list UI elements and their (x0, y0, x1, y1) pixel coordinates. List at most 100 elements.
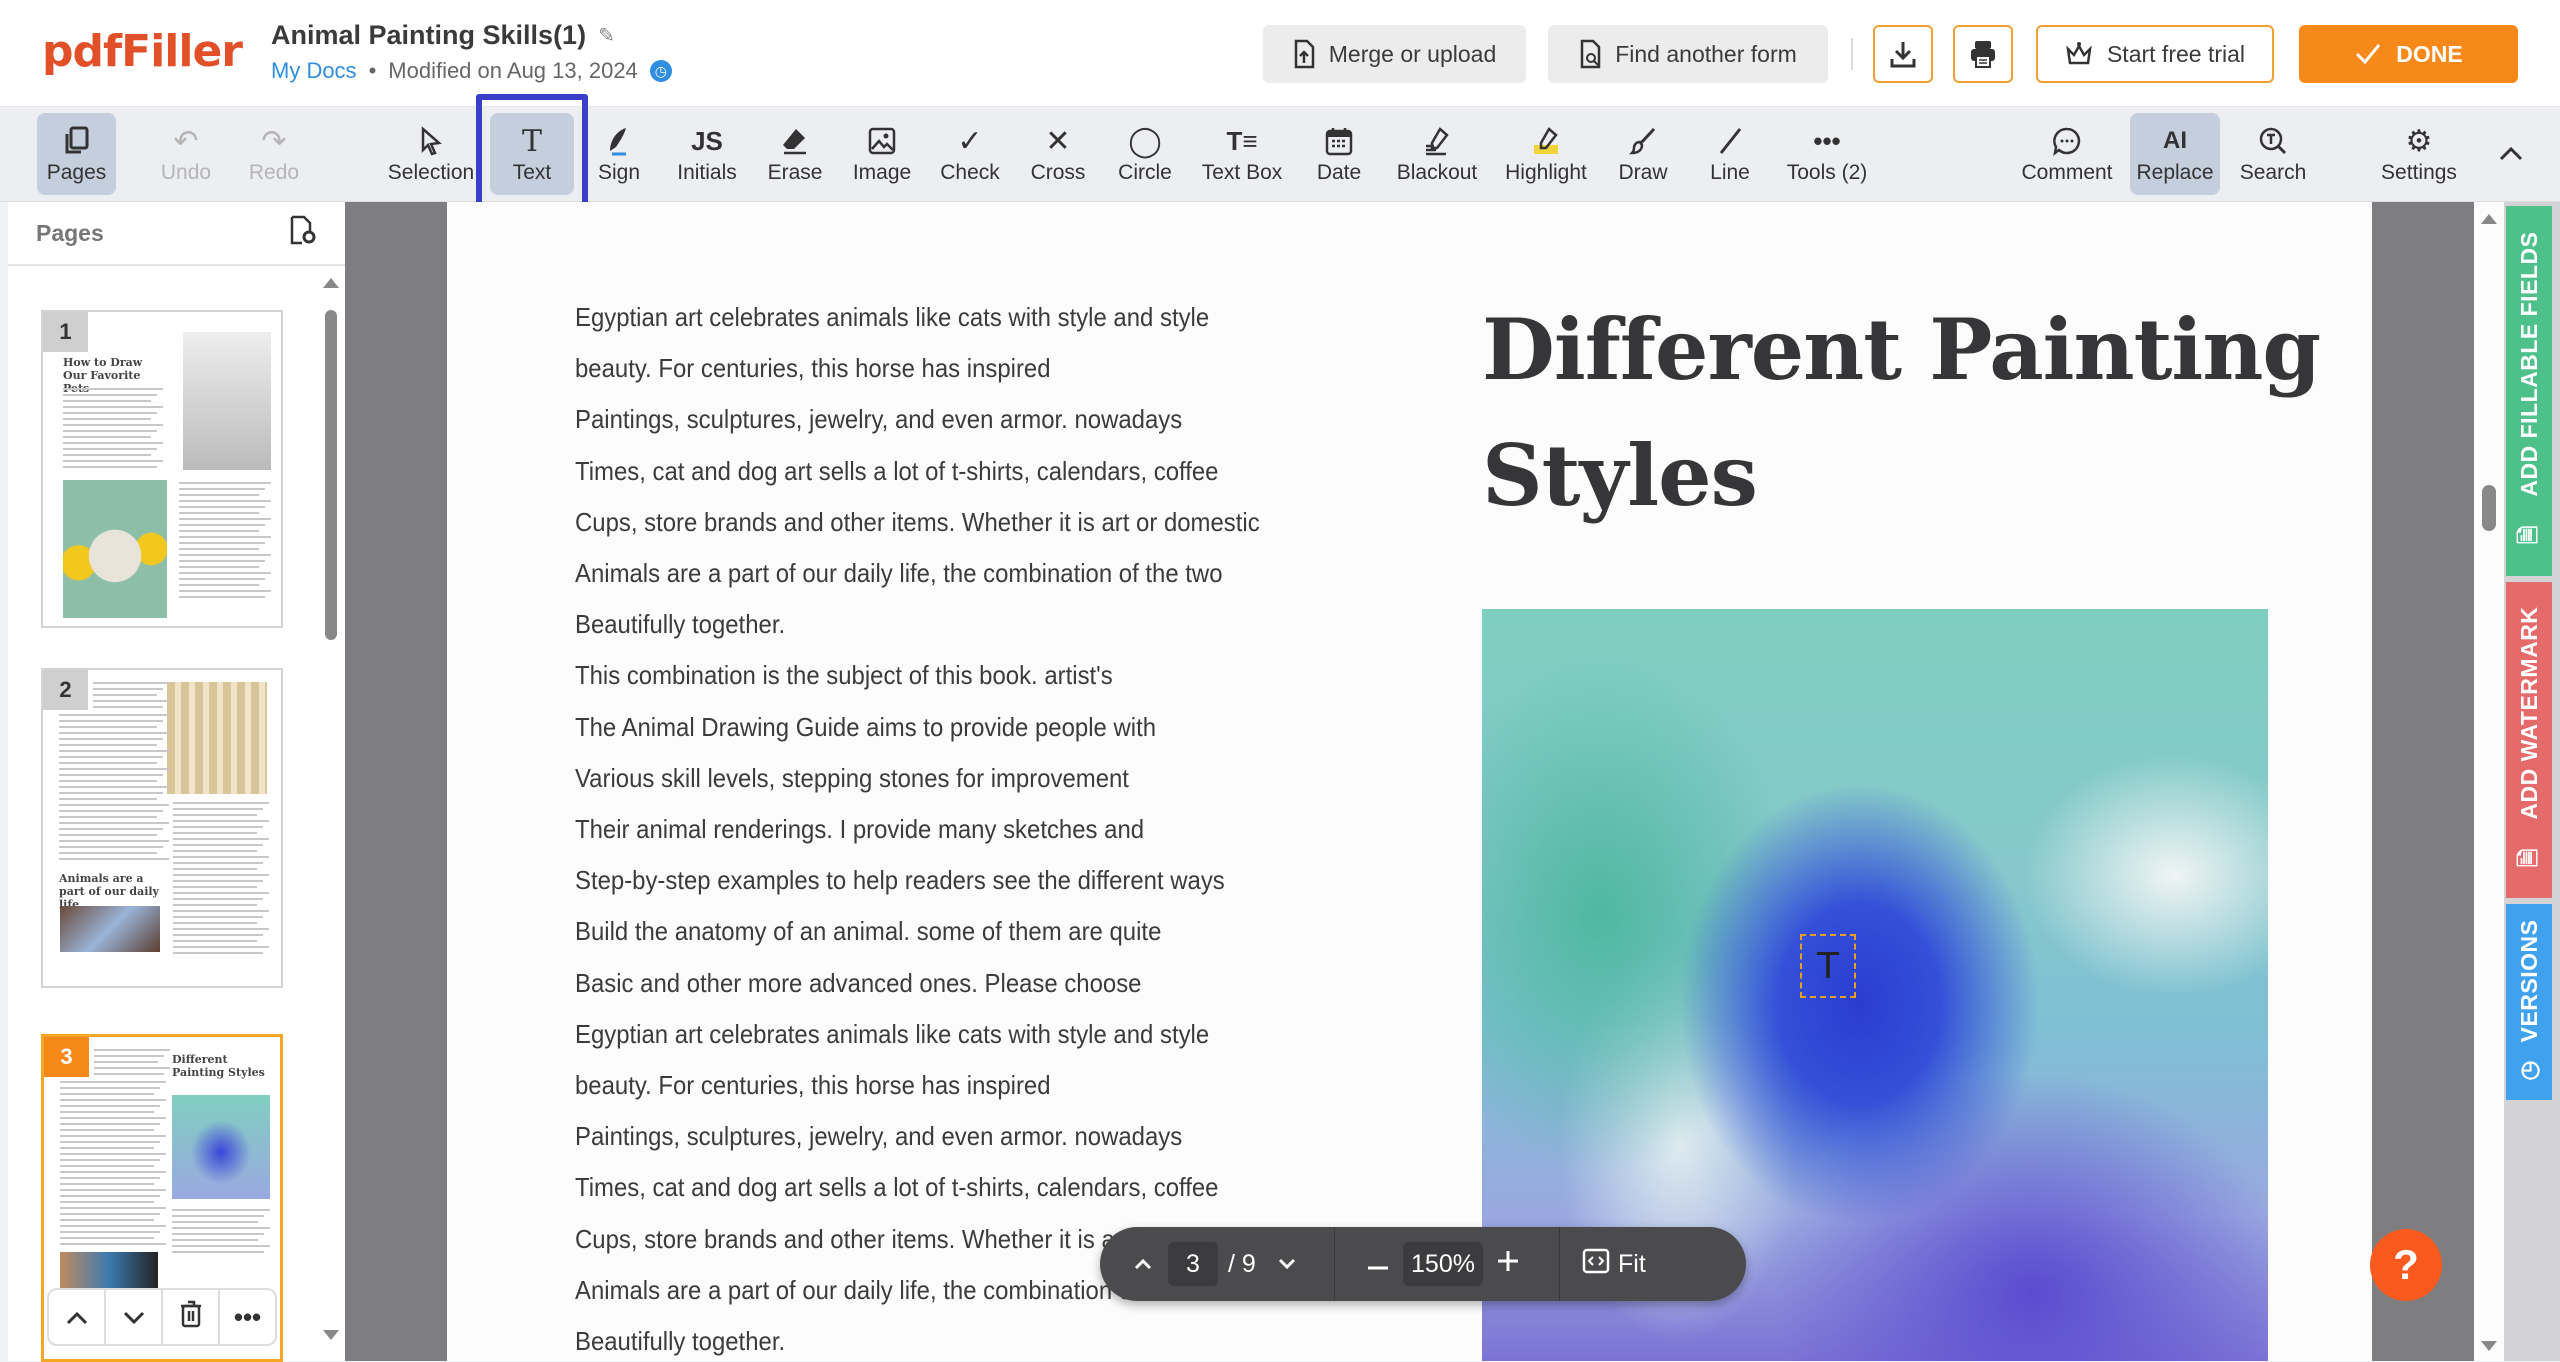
tool-text-box[interactable]: T≡ Text Box (1195, 113, 1289, 195)
tool-line[interactable]: Line (1700, 113, 1760, 195)
thumb-text-line (179, 578, 265, 580)
add-fillable-fields-tab[interactable]: 🗎 ADD FILLABLE FIELDS (2506, 206, 2552, 576)
tool-circle[interactable]: ◯ Circle (1110, 113, 1180, 195)
body-text-line: Various skill levels, stepping stones fo… (575, 762, 1129, 793)
move-page-up-button[interactable] (49, 1290, 106, 1344)
tool-image[interactable]: Image (846, 113, 918, 195)
tool-redo[interactable]: ↷ Redo (238, 113, 310, 195)
thumb-text-line (59, 852, 157, 854)
collapse-toolbar-button[interactable] (2488, 113, 2534, 195)
thumb-text-line (63, 466, 157, 468)
tool-check[interactable]: ✓ Check (935, 113, 1005, 195)
thumb-text-line (173, 880, 263, 882)
scroll-up-arrow-icon[interactable] (323, 278, 339, 288)
thumb-text-line (173, 898, 263, 900)
move-page-down-button[interactable] (106, 1290, 163, 1344)
tool-text[interactable]: T Text (490, 113, 574, 195)
scrollbar-thumb[interactable] (2482, 485, 2496, 531)
download-button[interactable] (1873, 25, 1933, 83)
tool-settings[interactable]: ⚙ Settings (2375, 113, 2463, 195)
fit-button[interactable]: Fit (1560, 1227, 1646, 1301)
page-thumbnail-1[interactable]: 1 How to Draw Our Favorite Pets (41, 310, 283, 628)
thumb-text-line (93, 688, 163, 690)
tool-comment[interactable]: Comment (2016, 113, 2118, 195)
page-thumbnail-2[interactable]: 2 Animals are a part of our daily life (41, 668, 283, 988)
merge-or-upload-button[interactable]: Merge or upload (1263, 25, 1526, 83)
tool-label: Date (1316, 161, 1362, 184)
thumb-text-line (179, 560, 265, 562)
pdffiller-logo[interactable]: pdfFiller (42, 26, 243, 77)
thumb-text-line (63, 400, 151, 402)
tool-erase[interactable]: Erase (762, 113, 828, 195)
tool-cross[interactable]: ✕ Cross (1023, 113, 1093, 195)
thumb-text-line (59, 756, 163, 758)
thumb-text-line (173, 874, 269, 876)
delete-page-button[interactable] (163, 1290, 220, 1344)
thumb-text-line (59, 792, 163, 794)
scroll-down-arrow-icon[interactable] (2481, 1341, 2497, 1351)
tool-pages[interactable]: Pages (37, 113, 116, 195)
tool-selection[interactable]: Selection (384, 113, 478, 195)
tool-draw[interactable]: Draw (1610, 113, 1676, 195)
body-text-line: Paintings, sculptures, jewelry, and even… (575, 404, 1183, 435)
thumb-text-line (173, 850, 257, 852)
tool-more-tools[interactable]: ••• Tools (2) (1782, 113, 1872, 195)
thumb-text-line (172, 1215, 264, 1217)
text-insertion-cursor-icon[interactable]: T (1800, 934, 1856, 998)
more-page-options-button[interactable]: ••• (220, 1290, 275, 1344)
pages-scrollbar[interactable] (323, 270, 339, 1350)
tool-highlight[interactable]: Highlight (1500, 113, 1592, 195)
zoom-level[interactable]: 150% (1403, 1242, 1483, 1286)
tool-search[interactable]: Search (2232, 113, 2314, 195)
thumb-text-line (59, 744, 157, 746)
thumb-text-line (93, 700, 169, 702)
history-clock-icon[interactable]: ◷ (649, 60, 672, 82)
tool-initials[interactable]: JS Initials (668, 113, 746, 195)
body-text-line: Beautifully together. (575, 609, 786, 640)
start-free-trial-button[interactable]: Start free trial (2036, 25, 2274, 83)
scroll-up-arrow-icon[interactable] (2481, 214, 2497, 224)
print-button[interactable] (1953, 25, 2013, 83)
tool-undo[interactable]: ↶ Undo (150, 113, 222, 195)
current-page-input[interactable]: 3 (1168, 1242, 1218, 1286)
tool-label: Text (512, 161, 552, 184)
tool-sign[interactable]: Sign (590, 113, 648, 195)
page-heading[interactable]: Different Painting Styles (1482, 287, 2321, 539)
thumb-text-line (59, 822, 169, 824)
pages-icon (62, 123, 92, 159)
help-button[interactable]: ? (2370, 1229, 2442, 1301)
header-divider (1851, 38, 1853, 70)
chevron-down-icon (122, 1302, 146, 1333)
previous-page-button[interactable] (1118, 1250, 1168, 1278)
find-another-form-button[interactable]: Find another form (1548, 25, 1828, 83)
tool-label: Tools (2) (1786, 161, 1868, 184)
thumb-text-line (60, 1183, 154, 1185)
tool-date[interactable]: Date (1307, 113, 1371, 195)
scroll-down-arrow-icon[interactable] (323, 1330, 339, 1340)
scrollbar-thumb[interactable] (325, 310, 337, 640)
done-button[interactable]: DONE (2299, 25, 2518, 83)
page-settings-icon[interactable] (289, 215, 317, 252)
my-docs-link[interactable]: My Docs (271, 58, 357, 84)
tool-blackout[interactable]: Blackout (1389, 113, 1485, 195)
tool-label: Image (852, 161, 912, 184)
zoom-out-button[interactable] (1353, 1250, 1403, 1278)
next-page-button[interactable] (1262, 1250, 1312, 1278)
tool-replace[interactable]: AI Replace (2130, 113, 2220, 195)
document-page[interactable]: Egyptian art celebrates animals like cat… (447, 202, 2372, 1361)
page-actions-bar: ••• (47, 1288, 277, 1346)
thumb-text-line (59, 738, 163, 740)
thumb-watercolor-image (172, 1095, 270, 1199)
body-text-line: Cups, store brands and other items. Whet… (575, 506, 1260, 537)
zoom-in-button[interactable] (1483, 1250, 1533, 1279)
thumb-text-line (179, 566, 259, 568)
versions-tab[interactable]: ◷ VERSIONS (2506, 904, 2552, 1100)
thumb-text-line (59, 762, 157, 764)
tool-label: Redo (248, 161, 300, 184)
document-body-text[interactable]: Egyptian art celebrates animals like cat… (575, 292, 1329, 1361)
pencil-icon[interactable]: ✎ (598, 23, 615, 48)
document-scrollbar[interactable] (2474, 202, 2504, 1361)
thumb-text-line (179, 548, 259, 550)
document-title-text[interactable]: Animal Painting Skills(1) (271, 20, 586, 51)
add-watermark-tab[interactable]: 🗎 ADD WATERMARK (2506, 582, 2552, 898)
